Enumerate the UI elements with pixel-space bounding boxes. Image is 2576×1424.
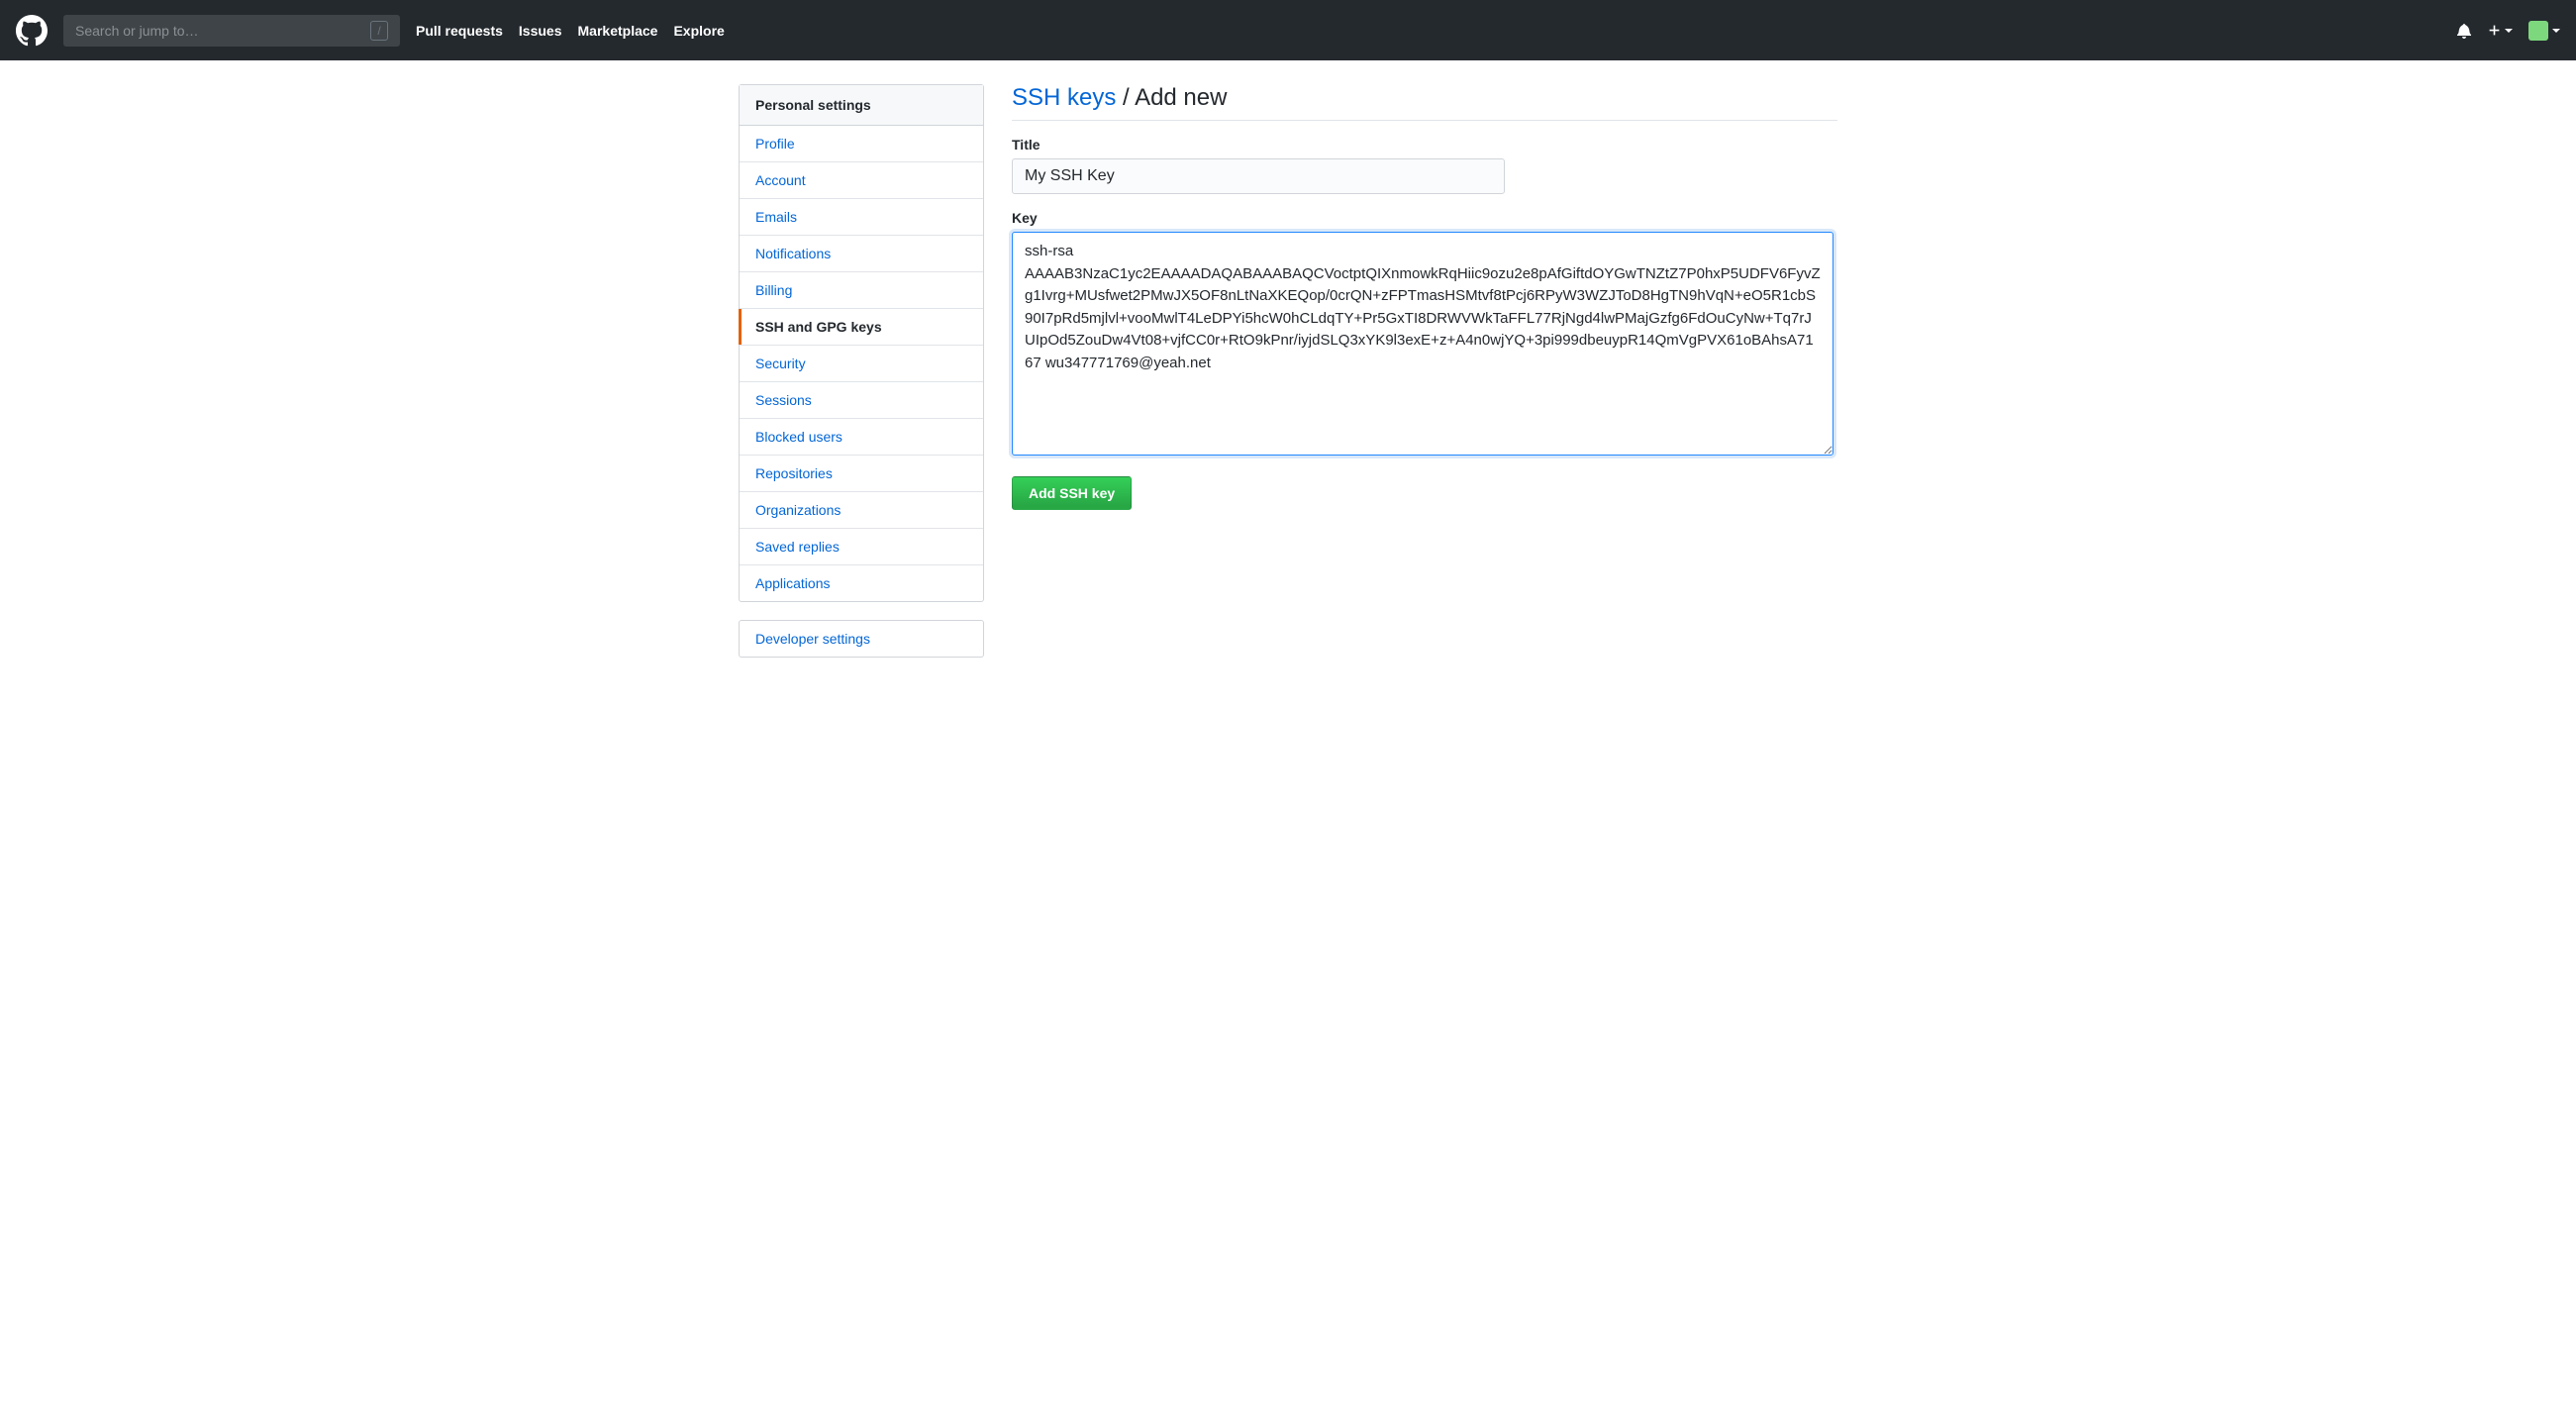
search-box[interactable]: / [63, 15, 400, 47]
sidebar-item-account[interactable]: Account [740, 162, 983, 199]
main-content: SSH keys / Add new Title Key Add SSH key [1012, 84, 1837, 675]
sidebar-item-notifications[interactable]: Notifications [740, 236, 983, 272]
nav-issues[interactable]: Issues [519, 23, 562, 39]
breadcrumb-separator: / [1116, 84, 1135, 111]
key-textarea[interactable] [1012, 232, 1833, 456]
avatar [2528, 21, 2548, 41]
global-header: / Pull requests Issues Marketplace Explo… [0, 0, 2576, 60]
add-ssh-key-button[interactable]: Add SSH key [1012, 476, 1132, 510]
sidebar-item-billing[interactable]: Billing [740, 272, 983, 309]
sidebar-item-security[interactable]: Security [740, 346, 983, 382]
sidebar-header: Personal settings [740, 85, 983, 126]
nav-explore[interactable]: Explore [673, 23, 724, 39]
chevron-down-icon [2505, 29, 2513, 33]
github-logo-icon[interactable] [16, 15, 48, 47]
sidebar-item-developer-settings[interactable]: Developer settings [740, 621, 983, 657]
breadcrumb-current: Add new [1135, 84, 1227, 111]
title-label: Title [1012, 137, 1837, 153]
sidebar-item-ssh-gpg-keys[interactable]: SSH and GPG keys [740, 309, 983, 346]
page-title: SSH keys / Add new [1012, 84, 1837, 121]
sidebar-item-sessions[interactable]: Sessions [740, 382, 983, 419]
new-dropdown[interactable] [2488, 24, 2513, 37]
notifications-icon[interactable] [2456, 23, 2472, 39]
breadcrumb-link[interactable]: SSH keys [1012, 84, 1116, 111]
title-input[interactable] [1012, 158, 1505, 194]
sidebar-item-applications[interactable]: Applications [740, 565, 983, 601]
developer-settings-box: Developer settings [739, 620, 984, 658]
settings-sidebar: Personal settings Profile Account Emails… [739, 84, 984, 675]
nav-marketplace[interactable]: Marketplace [578, 23, 658, 39]
search-input[interactable] [75, 23, 370, 39]
search-slash-hint: / [370, 21, 388, 41]
sidebar-item-organizations[interactable]: Organizations [740, 492, 983, 529]
chevron-down-icon [2552, 29, 2560, 33]
sidebar-item-blocked-users[interactable]: Blocked users [740, 419, 983, 456]
user-menu[interactable] [2528, 21, 2560, 41]
sidebar-item-emails[interactable]: Emails [740, 199, 983, 236]
key-label: Key [1012, 210, 1837, 226]
personal-settings-box: Personal settings Profile Account Emails… [739, 84, 984, 602]
main-container: Personal settings Profile Account Emails… [739, 60, 1837, 699]
header-right [2456, 21, 2560, 41]
sidebar-item-repositories[interactable]: Repositories [740, 456, 983, 492]
sidebar-item-saved-replies[interactable]: Saved replies [740, 529, 983, 565]
sidebar-item-profile[interactable]: Profile [740, 126, 983, 162]
nav-links: Pull requests Issues Marketplace Explore [416, 23, 725, 39]
nav-pull-requests[interactable]: Pull requests [416, 23, 503, 39]
